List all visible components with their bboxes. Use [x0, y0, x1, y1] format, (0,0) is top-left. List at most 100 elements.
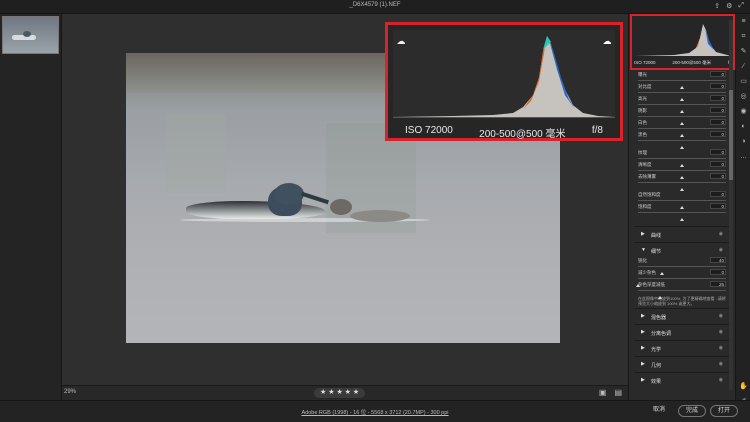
upload-icon[interactable]: ⇪: [714, 2, 720, 10]
fullscreen-icon[interactable]: ⤢: [738, 2, 744, 10]
slider-track[interactable]: [638, 212, 726, 221]
slider-label: 自然饱和度: [638, 192, 661, 197]
presets-icon[interactable]: ◐: [736, 119, 750, 134]
slider-label: 饱和度: [638, 204, 652, 209]
mini-histogram: ISO 72000 200-500@500 毫米 f/8: [630, 14, 735, 70]
slider-value-field[interactable]: 0: [710, 191, 726, 197]
slider-row[interactable]: 曝光 0: [635, 71, 731, 89]
section-label: 光学: [651, 347, 662, 353]
hand-icon[interactable]: ✋: [736, 379, 750, 394]
slider-track[interactable]: [638, 128, 726, 137]
edit-icon[interactable]: ≡: [736, 14, 750, 29]
section-detail[interactable]: ▼ 细节 ◉: [635, 242, 731, 258]
eye-icon[interactable]: ◉: [719, 247, 723, 253]
slider-row[interactable]: 减少杂色 0: [635, 269, 731, 287]
slider-label: 阴影: [638, 108, 647, 113]
file-info-link[interactable]: Adobe RGB (1998) - 16 位 - 5568 x 3712 (2…: [0, 408, 750, 416]
compare-view-icon[interactable]: ▣: [599, 388, 607, 397]
slider-label: 减少杂色: [638, 270, 656, 275]
slider-label: 杂色深度减低: [638, 282, 665, 287]
star-rating[interactable]: ★ ★ ★ ★ ★: [314, 388, 366, 398]
filmstrip-thumbnail[interactable]: [2, 16, 59, 54]
section-optics[interactable]: ▶ 光学 ◉: [635, 340, 731, 356]
settings-gear-icon[interactable]: ⚙: [726, 2, 732, 10]
eye-icon[interactable]: ◉: [719, 313, 723, 319]
slider-row[interactable]: 黑色 0: [635, 131, 731, 149]
slider-track[interactable]: [638, 104, 726, 113]
slider-value-field[interactable]: 0: [710, 107, 726, 113]
slider-knob[interactable]: [680, 188, 684, 191]
slider-track[interactable]: [638, 266, 726, 275]
slider-value-field[interactable]: 0: [710, 95, 726, 101]
eye-icon[interactable]: ◉: [719, 377, 723, 383]
section-curve[interactable]: ▶ 曲线 ◉: [635, 226, 731, 242]
slider-value-field[interactable]: 0: [710, 203, 726, 209]
slider-label: 高光: [638, 96, 647, 101]
slider-track[interactable]: [638, 182, 726, 191]
zoom-level[interactable]: 29%: [64, 389, 76, 395]
slider-track[interactable]: [638, 116, 726, 125]
slider-row[interactable]: 白色 0: [635, 119, 731, 137]
slider-row[interactable]: 阴影 0: [635, 107, 731, 125]
slider-row[interactable]: 饱和度 0: [635, 203, 731, 221]
section-effects[interactable]: ▶ 效果 ◉: [635, 372, 731, 388]
crop-icon[interactable]: ⌗: [736, 29, 750, 44]
slider-label: 对比度: [638, 84, 652, 89]
slider-value-field[interactable]: 25: [710, 281, 726, 287]
slider-value-field[interactable]: 0: [710, 131, 726, 137]
slider-knob[interactable]: [680, 146, 684, 149]
slider-track[interactable]: [638, 290, 726, 299]
slider-knob[interactable]: [680, 218, 684, 221]
edit-panel: ISO 72000 200-500@500 毫米 f/8 曝光0对比度0高光0阴…: [628, 14, 735, 400]
slider-row[interactable]: 纹理 0: [635, 149, 731, 167]
slider-track[interactable]: [638, 140, 726, 149]
slider-row[interactable]: 锐化 40: [635, 257, 731, 275]
slider-row[interactable]: 高光 0: [635, 95, 731, 113]
slider-track[interactable]: [638, 80, 726, 89]
slider-value-field[interactable]: 0: [710, 269, 726, 275]
slider-track[interactable]: [638, 170, 726, 179]
slider-row[interactable]: 去除薄雾 0: [635, 173, 731, 191]
slider-knob[interactable]: [658, 296, 662, 299]
eye-icon[interactable]: ◉: [719, 345, 723, 351]
mini-iso: ISO 72000: [634, 60, 656, 65]
section-label: 几何: [651, 363, 662, 369]
section-label: 曲线: [651, 233, 662, 239]
gradient-icon[interactable]: ▭: [736, 74, 750, 89]
slider-track[interactable]: [638, 200, 726, 209]
section-split-toning[interactable]: ▶ 分离色调 ◉: [635, 324, 731, 340]
section-mixer[interactable]: ▶ 混色器 ◉: [635, 308, 731, 324]
section-label: 混色器: [651, 315, 667, 321]
shadow-clip-icon[interactable]: ☁: [395, 36, 407, 46]
slider-value-field[interactable]: 0: [710, 161, 726, 167]
slider-track[interactable]: [636, 278, 726, 287]
slider-value-field[interactable]: 40: [710, 257, 726, 263]
more-icon[interactable]: …: [736, 149, 750, 164]
slider-track[interactable]: [638, 158, 726, 167]
slider-track[interactable]: [638, 92, 726, 101]
brush-icon[interactable]: ∕: [736, 59, 750, 74]
section-geometry[interactable]: ▶ 几何 ◉: [635, 356, 731, 372]
slider-row[interactable]: 自然饱和度 0: [635, 191, 731, 209]
heal-icon[interactable]: ✎: [736, 44, 750, 59]
open-button[interactable]: 打开: [710, 405, 739, 417]
slider-value-field[interactable]: 0: [710, 119, 726, 125]
slider-row[interactable]: 对比度 0: [635, 83, 731, 101]
panel-scrollbar[interactable]: [729, 20, 733, 390]
slider-value-field[interactable]: 0: [710, 71, 726, 77]
slider-row[interactable]: 清晰度 0: [635, 161, 731, 179]
slider-value-field[interactable]: 0: [710, 173, 726, 179]
eye-icon[interactable]: ◉: [719, 329, 723, 335]
redeye-icon[interactable]: ◉: [736, 104, 750, 119]
slider-value-field[interactable]: 0: [710, 83, 726, 89]
eye-icon[interactable]: ◉: [719, 231, 723, 237]
filmstrip-toggle-icon[interactable]: ▤: [614, 388, 622, 397]
eye-icon[interactable]: ◉: [719, 361, 723, 367]
radial-icon[interactable]: ◎: [736, 89, 750, 104]
slider-value-field[interactable]: 0: [710, 149, 726, 155]
snapshot-icon[interactable]: ◑: [736, 134, 750, 149]
highlight-clip-icon[interactable]: ☁: [601, 36, 613, 46]
done-button[interactable]: 完成: [678, 405, 707, 417]
slider-row[interactable]: 杂色深度减低 25: [635, 281, 731, 299]
cancel-button[interactable]: 取消: [646, 405, 672, 417]
